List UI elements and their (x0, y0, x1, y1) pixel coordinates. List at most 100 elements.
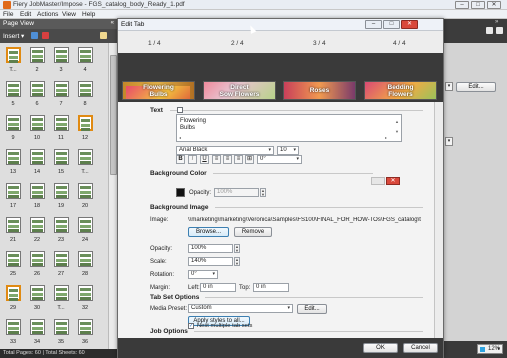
page-thumbnail[interactable] (6, 217, 21, 233)
page-thumbnail[interactable] (54, 115, 69, 131)
folder-icon[interactable] (100, 32, 107, 39)
media-preset-select[interactable]: Custom ▾ (188, 304, 293, 313)
font-select[interactable]: Arial Black ▾ (176, 146, 274, 155)
scroll-thumb[interactable] (110, 55, 117, 175)
zoom-select[interactable]: 12% ▾ (477, 344, 503, 354)
page-thumbnail[interactable] (54, 183, 69, 199)
minimize-button[interactable]: – (455, 1, 469, 9)
page-thumbnail[interactable] (54, 47, 69, 63)
bg-color-opacity-spinner[interactable]: ▲ ▼ (260, 188, 266, 197)
text-vscroll[interactable]: ▲ ▼ (394, 116, 400, 140)
menu-view[interactable]: View (62, 11, 76, 18)
media-edit-button[interactable]: Edit... (297, 304, 327, 314)
bold-button[interactable]: B (176, 155, 185, 164)
expand-icon[interactable]: » (495, 19, 498, 25)
page-thumbnail[interactable] (54, 149, 69, 165)
tab-preview-3[interactable]: Roses (283, 81, 356, 100)
page-icon[interactable] (486, 27, 493, 34)
delete-icon[interactable] (42, 32, 49, 39)
margin-top-input[interactable]: 0 in (253, 283, 289, 292)
align-right-icon[interactable]: ≡ (234, 155, 243, 164)
dialog-close-button[interactable]: ✕ (401, 20, 418, 29)
page-thumbnail[interactable] (78, 149, 93, 165)
text-hscroll[interactable]: ◂ ▸ (178, 135, 388, 140)
font-size-select[interactable]: 10 ▾ (277, 146, 299, 155)
bg-color-opacity-input[interactable]: 100% (214, 188, 259, 197)
page-thumbnail[interactable] (6, 251, 21, 267)
page-thumbnail[interactable] (78, 47, 93, 63)
insert-button[interactable]: Insert ▾ (3, 32, 24, 40)
ok-button[interactable]: OK (363, 343, 398, 353)
text-direction-icon[interactable]: ⊞ (245, 155, 254, 164)
page-thumbnail-label: 12 (81, 135, 89, 141)
margin-left-input[interactable]: 0 in (200, 283, 236, 292)
trash-icon[interactable] (496, 27, 503, 34)
page-thumbnail[interactable] (6, 183, 21, 199)
page-thumbnail-label: 21 (9, 237, 17, 243)
align-center-icon[interactable]: ≡ (223, 155, 232, 164)
tab-preview-1[interactable]: Flowering Bulbs (122, 81, 195, 100)
nest-tab-sets-checkbox[interactable]: ✓ (188, 323, 194, 329)
bg-dropdown-arrow[interactable]: ▾ (445, 82, 453, 91)
page-thumbnail[interactable] (6, 115, 21, 131)
page-thumbnail[interactable] (30, 251, 45, 267)
page-thumbnail[interactable] (6, 285, 21, 301)
page-thumbnail[interactable] (30, 183, 45, 199)
page-thumbnail[interactable] (30, 115, 45, 131)
rotation-select[interactable]: 0° ▾ (188, 270, 218, 279)
page-thumbnail[interactable] (54, 285, 69, 301)
page-thumbnail[interactable] (30, 81, 45, 97)
scale-spinner[interactable]: ▲ ▼ (234, 257, 240, 266)
remove-button[interactable]: Remove (234, 227, 272, 237)
underline-button[interactable]: U (200, 155, 209, 164)
page-thumbnail[interactable] (54, 319, 69, 335)
collapse-icon[interactable]: « (111, 20, 114, 26)
page-thumbnail[interactable] (78, 217, 93, 233)
page-thumbnail[interactable] (54, 251, 69, 267)
dialog-scrollbar[interactable] (434, 102, 443, 338)
page-thumbnail[interactable] (30, 47, 45, 63)
bg-color-clear-button[interactable]: ✕ (386, 177, 400, 185)
bg-color-swatch[interactable] (176, 188, 185, 197)
page-thumbnail[interactable] (6, 149, 21, 165)
page-thumbnail[interactable] (30, 319, 45, 335)
page-thumbnail[interactable] (30, 285, 45, 301)
image-opacity-spinner[interactable]: ▲ ▼ (234, 244, 240, 253)
dialog-maximize-button[interactable]: □ (383, 20, 400, 29)
page-icon[interactable] (31, 32, 38, 39)
menu-actions[interactable]: Actions (37, 11, 58, 18)
page-thumbnail[interactable] (78, 115, 93, 131)
dialog-minimize-button[interactable]: – (365, 20, 382, 29)
menu-help[interactable]: Help (82, 11, 95, 18)
cancel-button[interactable]: Cancel (403, 343, 438, 353)
maximize-button[interactable]: □ (471, 1, 485, 9)
align-left-icon[interactable]: ≡ (212, 155, 221, 164)
image-opacity-input[interactable]: 100% (188, 244, 233, 253)
page-thumbnail[interactable] (6, 319, 21, 335)
page-thumbnail[interactable] (78, 183, 93, 199)
tab-preview-2[interactable]: Direct Sow Flowers (203, 81, 276, 100)
page-thumbnail[interactable] (30, 217, 45, 233)
text-rotation-select[interactable]: 0° ▾ (257, 155, 302, 164)
page-thumbnail[interactable] (78, 285, 93, 301)
bg-dropdown-arrow-2[interactable]: ▾ (445, 137, 453, 146)
page-thumbnail[interactable] (6, 47, 21, 63)
page-thumbnail-label: 6 (35, 101, 39, 107)
bg-color-checkbox[interactable] (177, 107, 183, 113)
scale-input[interactable]: 140% (188, 257, 233, 266)
menu-edit[interactable]: Edit (20, 11, 31, 18)
browse-button[interactable]: Browse... (188, 227, 229, 237)
page-thumbnail[interactable] (78, 319, 93, 335)
tab-text-input[interactable]: Flowering Bulbs ▲ ▼ ◂ ▸ (176, 114, 402, 142)
page-thumbnail[interactable] (54, 81, 69, 97)
bg-edit-button[interactable]: Edit... (456, 82, 496, 92)
tab-preview-4[interactable]: Bedding Flowers (364, 81, 437, 100)
menu-file[interactable]: File (3, 11, 13, 18)
page-thumbnail[interactable] (78, 251, 93, 267)
page-thumbnail[interactable] (6, 81, 21, 97)
italic-button[interactable]: I (188, 155, 197, 164)
page-thumbnail[interactable] (54, 217, 69, 233)
page-thumbnail[interactable] (30, 149, 45, 165)
close-button[interactable]: ✕ (487, 1, 501, 9)
page-thumbnail[interactable] (78, 81, 93, 97)
